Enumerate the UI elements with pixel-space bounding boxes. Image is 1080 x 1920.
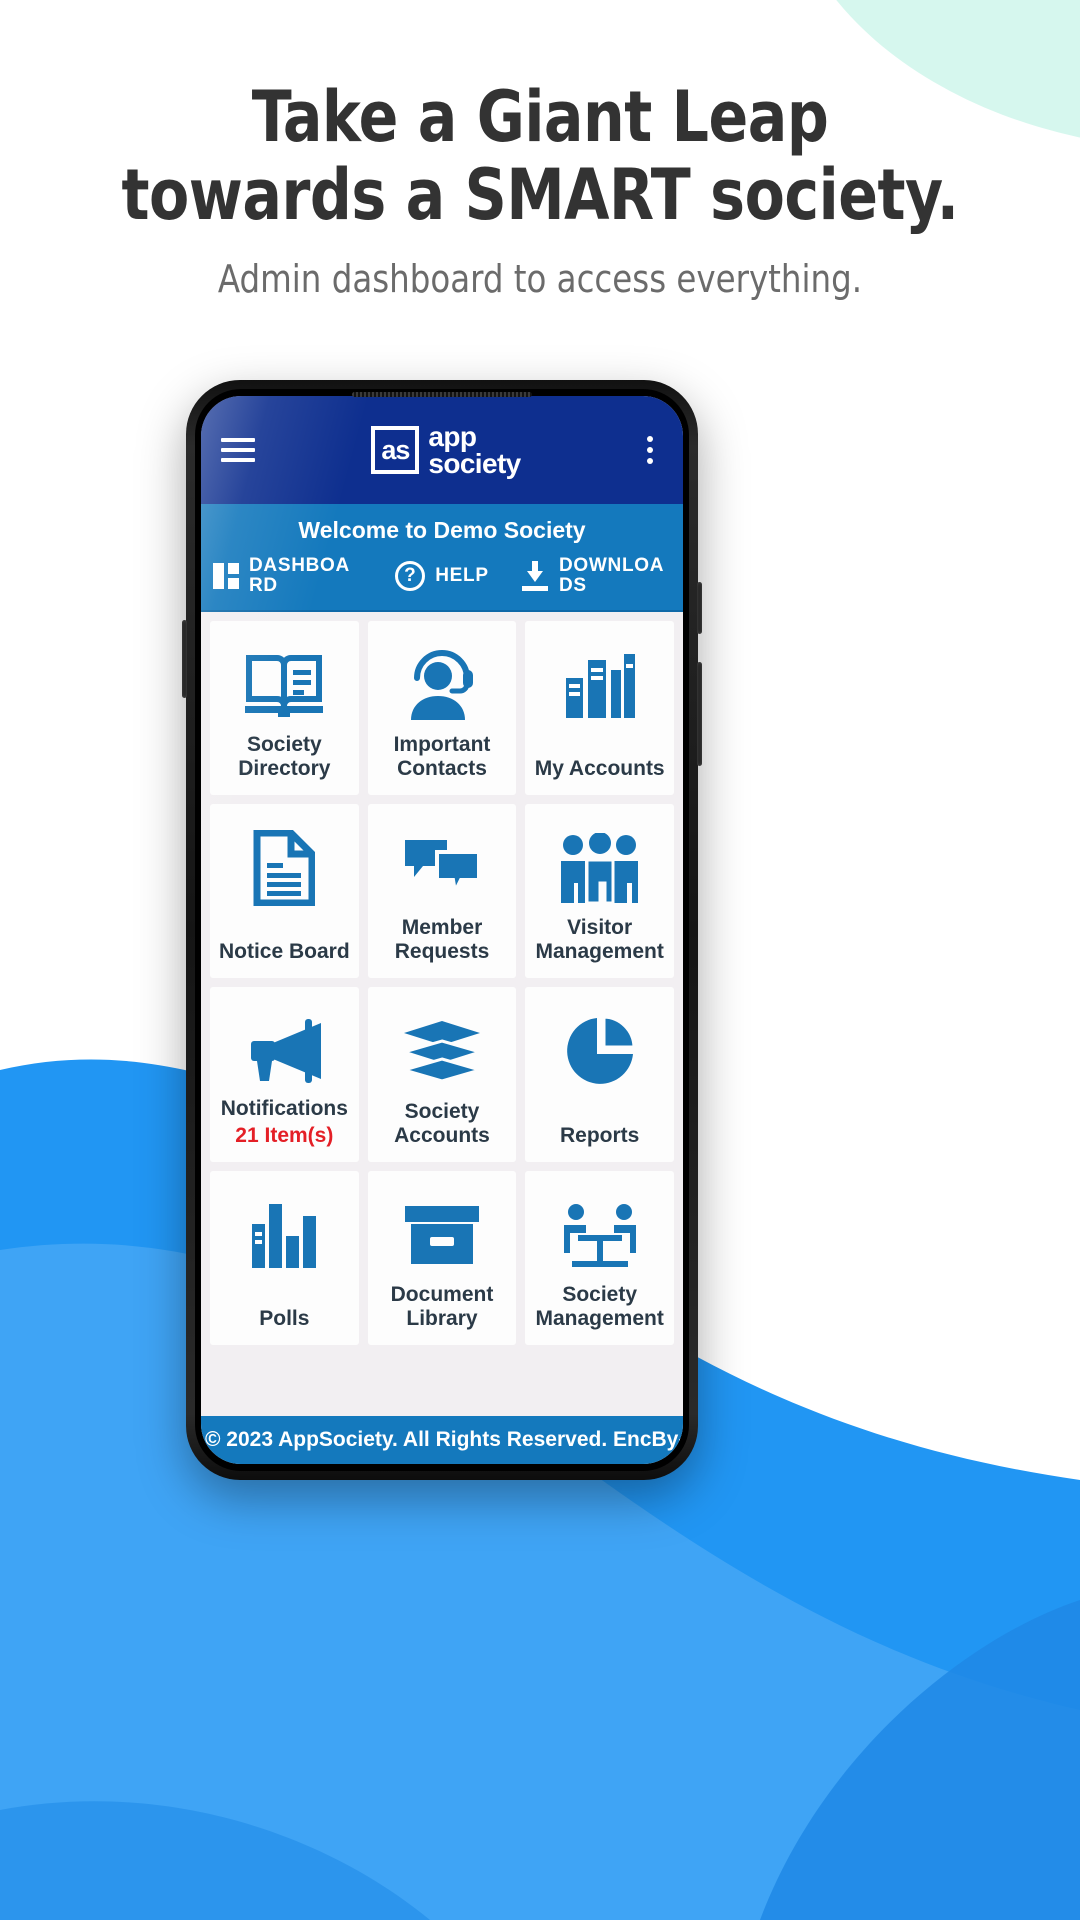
app-bar: as app society — [201, 396, 683, 504]
tab-help-label: HELP — [435, 564, 489, 586]
page-title-line-1: Take a Giant Leap — [251, 76, 829, 158]
phone-button-volume[interactable] — [697, 582, 702, 634]
phone-screen: as app society Welcome to Demo Society D… — [201, 396, 683, 1464]
megaphone-icon — [243, 1005, 325, 1097]
tile-label: Polls — [259, 1306, 310, 1330]
tile-document-library[interactable]: Document Library — [367, 1170, 517, 1345]
tab-downloads[interactable]: DOWNLOADS — [521, 556, 671, 596]
tile-notice-board[interactable]: Notice Board — [210, 803, 359, 978]
tab-help[interactable]: ? HELP — [367, 556, 517, 596]
chat-bubbles-icon — [403, 822, 481, 914]
open-book-icon — [245, 639, 324, 731]
archive-box-icon — [403, 1189, 481, 1281]
copyright-footer: © 2023 AppSociety. All Rights Reserved. … — [201, 1416, 683, 1464]
people-group-icon — [558, 822, 642, 914]
phone-mockup: as app society Welcome to Demo Society D… — [182, 380, 702, 1480]
welcome-banner: Welcome to Demo Society — [201, 504, 683, 556]
stacked-books-icon — [400, 1005, 483, 1097]
dashboard-tile-grid: Society Directory Important Contacts My … — [201, 611, 683, 1416]
tile-my-accounts[interactable]: My Accounts — [525, 620, 674, 795]
pie-chart-icon — [563, 1005, 637, 1097]
app-logo: as app society — [371, 420, 521, 479]
tile-label: Society Directory — [238, 733, 331, 780]
tab-dashboard-label: DASHBOARD — [249, 555, 350, 596]
download-icon — [521, 560, 549, 591]
tile-member-requests[interactable]: Member Requests — [367, 803, 517, 978]
tab-dashboard[interactable]: DASHBOARD — [213, 556, 363, 596]
tile-visitor-management[interactable]: Visitor Management — [525, 803, 674, 978]
tile-label: Notice Board — [218, 939, 350, 963]
hero-section: Take a Giant Leap towards a SMART societ… — [0, 78, 1080, 301]
page-title-line-2: towards a SMART society. — [121, 154, 959, 237]
phone-button-power[interactable] — [697, 662, 702, 766]
tile-notifications[interactable]: Notifications 21 Item(s) — [210, 986, 359, 1162]
phone-button-left[interactable] — [182, 620, 187, 698]
earpiece-speaker — [352, 392, 532, 397]
kebab-menu-icon[interactable] — [637, 436, 663, 464]
tile-polls[interactable]: Polls — [210, 1170, 359, 1345]
dashboard-grid-icon — [213, 562, 239, 589]
tile-reports[interactable]: Reports — [525, 986, 674, 1162]
logo-text-line-2: society — [428, 448, 521, 479]
help-question-icon: ? — [395, 560, 426, 591]
tile-label: Member Requests — [394, 916, 490, 963]
page-subtitle: Admin dashboard to access everything. — [217, 256, 863, 301]
document-icon — [253, 822, 316, 914]
hamburger-icon[interactable] — [221, 438, 255, 462]
logo-mark: as — [371, 426, 420, 474]
books-chart-icon — [564, 639, 636, 731]
meeting-table-icon — [558, 1189, 642, 1281]
tile-label: Document Library — [390, 1282, 494, 1330]
tile-society-directory[interactable]: Society Directory — [210, 620, 359, 795]
tile-society-management[interactable]: Society Management — [525, 1170, 674, 1345]
phone-bezel: as app society Welcome to Demo Society D… — [195, 389, 689, 1471]
tile-label: Visitor Management — [535, 916, 664, 963]
tile-label: Society Management — [535, 1282, 664, 1330]
headset-support-icon — [405, 639, 479, 731]
tile-label: My Accounts — [534, 756, 665, 780]
tile-society-accounts[interactable]: Society Accounts — [367, 986, 517, 1162]
tile-important-contacts[interactable]: Important Contacts — [367, 620, 517, 795]
tile-label: Reports — [559, 1123, 640, 1147]
logo-wordmark: app society — [428, 420, 521, 479]
bar-chart-icon — [250, 1189, 318, 1281]
status-badge: 21 Item(s) — [235, 1123, 334, 1147]
tab-downloads-label: DOWNLOADS — [559, 555, 665, 596]
tile-label: Society Accounts — [394, 1099, 490, 1147]
nav-tabs: DASHBOARD ? HELP DOWNLOADS — [201, 556, 683, 612]
tile-label: Notifications — [220, 1096, 348, 1120]
logo-text-line-1: app — [428, 420, 477, 452]
tile-label: Important Contacts — [393, 733, 491, 780]
